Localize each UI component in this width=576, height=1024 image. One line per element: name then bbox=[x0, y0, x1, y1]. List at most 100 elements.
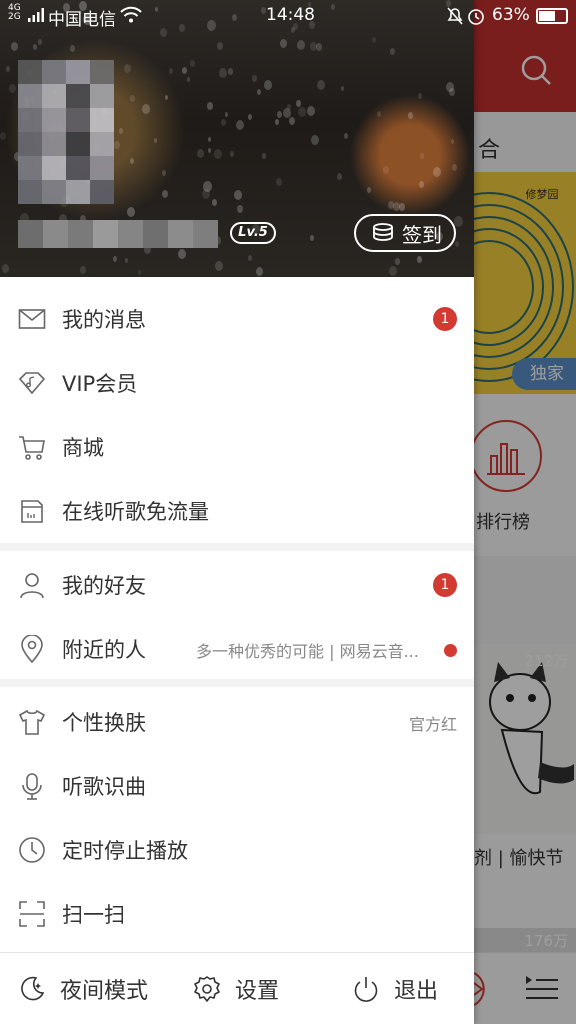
rain-drop bbox=[277, 111, 282, 118]
rain-drop bbox=[237, 205, 243, 213]
rain-drop bbox=[275, 119, 279, 125]
menu-item-vip[interactable]: VIP会员 bbox=[0, 351, 474, 415]
rain-drop bbox=[162, 190, 168, 198]
tshirt-icon bbox=[18, 709, 46, 735]
rain-drop bbox=[264, 80, 272, 90]
rain-drop bbox=[138, 270, 141, 275]
menu-item-scan[interactable]: 扫一扫 bbox=[0, 882, 474, 946]
rain-drop bbox=[219, 68, 227, 78]
rain-drop bbox=[214, 149, 222, 159]
profile-header: Lv.5 签到 bbox=[0, 0, 474, 277]
rain-drop bbox=[197, 149, 204, 158]
wifi-icon bbox=[120, 6, 142, 23]
network-type-2g: 2G bbox=[8, 12, 21, 22]
menu-item-free-data[interactable]: 在线听歌免流量 bbox=[0, 479, 474, 543]
rain-drop bbox=[114, 141, 120, 149]
rain-drop bbox=[452, 164, 457, 171]
rain-drop bbox=[124, 64, 131, 73]
microphone-music-icon bbox=[22, 773, 42, 800]
rain-drop bbox=[310, 235, 314, 241]
carrier-name: 中国电信 bbox=[48, 10, 116, 30]
menu-item-label: 个性换肤 bbox=[62, 711, 146, 735]
cart-icon bbox=[19, 436, 45, 460]
rain-drop bbox=[217, 42, 223, 50]
user-icon bbox=[20, 573, 44, 599]
rain-drop bbox=[377, 111, 381, 117]
checkin-button[interactable]: 签到 bbox=[354, 214, 456, 252]
logout-button[interactable]: 退出 bbox=[352, 953, 438, 1024]
username[interactable] bbox=[18, 220, 218, 248]
rain-drop bbox=[234, 190, 242, 200]
rain-drop bbox=[446, 82, 454, 92]
rain-drop bbox=[119, 128, 123, 134]
menu-section-2: 我的好友 1 附近的人 多一种优秀的可能 | 网易云音... bbox=[0, 551, 474, 679]
menu-section-1: 我的消息 1 VIP会员 商城 在线听歌免流量 bbox=[0, 277, 474, 543]
menu-item-store[interactable]: 商城 bbox=[0, 415, 474, 479]
menu-item-label: 扫一扫 bbox=[62, 903, 125, 927]
rain-drop bbox=[9, 84, 16, 93]
rain-drop bbox=[344, 133, 348, 139]
rain-drop bbox=[228, 68, 233, 75]
rain-drop bbox=[208, 148, 211, 153]
rain-drop bbox=[70, 45, 75, 52]
menu-item-nearby[interactable]: 附近的人 多一种优秀的可能 | 网易云音... bbox=[0, 617, 474, 681]
rain-drop bbox=[11, 42, 18, 51]
menu-item-skin[interactable]: 个性换肤 官方红 bbox=[0, 690, 474, 754]
signal-icon bbox=[28, 8, 44, 22]
nearby-detail: 多一种优秀的可能 | 网易云音... bbox=[196, 642, 419, 661]
scan-icon bbox=[19, 901, 45, 927]
rain-drop bbox=[367, 187, 371, 193]
rain-drop bbox=[451, 139, 454, 144]
menu-item-sleep-timer[interactable]: 定时停止播放 bbox=[0, 818, 474, 882]
rain-drop bbox=[212, 199, 217, 206]
status-bar: 4G 2G 中国电信 14:48 63% bbox=[0, 0, 576, 32]
rain-drop bbox=[383, 166, 389, 174]
rain-drop bbox=[341, 86, 344, 91]
gear-icon bbox=[194, 976, 220, 1002]
mail-icon bbox=[18, 309, 46, 329]
menu-item-label: 听歌识曲 bbox=[62, 775, 146, 799]
rain-drop bbox=[154, 138, 157, 143]
rain-drop bbox=[307, 106, 315, 116]
rain-drop bbox=[310, 42, 317, 51]
mute-alarm-icon bbox=[447, 7, 484, 25]
rain-drop bbox=[207, 102, 213, 110]
clock-icon bbox=[19, 837, 45, 863]
sim-card-icon bbox=[21, 500, 43, 523]
rain-drop bbox=[433, 167, 441, 177]
level-badge: Lv.5 bbox=[230, 222, 276, 244]
rain-drop bbox=[390, 48, 395, 55]
rain-drop bbox=[297, 40, 305, 50]
rain-drop bbox=[6, 66, 10, 72]
menu-item-label: 在线听歌免流量 bbox=[62, 500, 209, 524]
rain-drop bbox=[455, 241, 459, 247]
rain-drop bbox=[276, 178, 282, 186]
rain-drop bbox=[162, 170, 166, 176]
power-icon bbox=[354, 977, 378, 1002]
menu-item-friends[interactable]: 我的好友 1 bbox=[0, 553, 474, 617]
rain-drop bbox=[337, 173, 342, 180]
rain-drop bbox=[298, 107, 306, 117]
rain-drop bbox=[252, 75, 257, 82]
rain-drop bbox=[130, 158, 134, 164]
rain-drop bbox=[372, 37, 376, 43]
rain-drop bbox=[418, 93, 422, 99]
rain-drop bbox=[236, 120, 244, 130]
night-mode-button[interactable]: 夜间模式 bbox=[18, 953, 148, 1024]
rain-drop bbox=[248, 114, 252, 120]
avatar[interactable] bbox=[18, 60, 114, 204]
rain-drop bbox=[182, 67, 187, 74]
rain-drop bbox=[80, 266, 86, 274]
menu-section-3: 个性换肤 官方红 听歌识曲 定时停止播放 扫一扫 bbox=[0, 687, 474, 952]
network-type: 4G 2G bbox=[8, 4, 21, 22]
menu-item-song-recognition[interactable]: 听歌识曲 bbox=[0, 754, 474, 818]
menu-item-messages[interactable]: 我的消息 1 bbox=[0, 287, 474, 351]
rain-drop bbox=[178, 249, 186, 259]
settings-button[interactable]: 设置 bbox=[193, 953, 279, 1024]
rain-drop bbox=[417, 256, 422, 263]
rain-drop bbox=[38, 39, 42, 45]
rain-drop bbox=[289, 117, 295, 125]
clock-time: 14:48 bbox=[266, 5, 315, 25]
skin-value: 官方红 bbox=[408, 715, 457, 734]
rain-drop bbox=[395, 258, 400, 265]
